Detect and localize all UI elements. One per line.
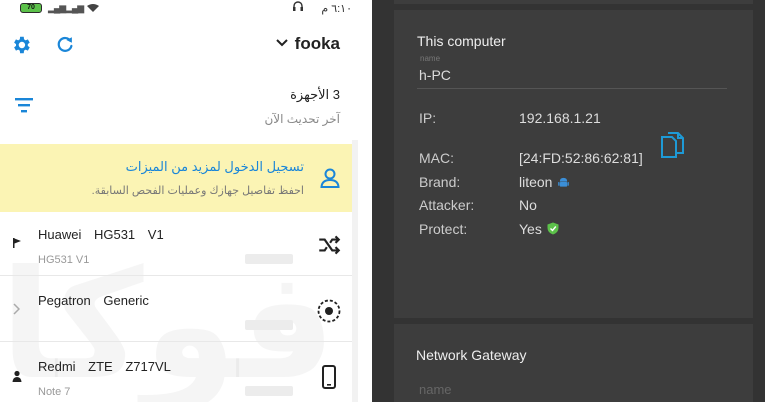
ip-value: 192.168.1.21: [519, 110, 601, 126]
divider: [394, 0, 753, 4]
last-update-text: آخر تحديث الآن: [264, 112, 340, 126]
banner-subtitle: احفظ تفاصيل جهازك وعمليات الفحص السابقة.: [91, 185, 304, 197]
app-title[interactable]: fooka: [295, 34, 340, 54]
banner-title[interactable]: تسجيل الدخول لمزيد من الميزات: [126, 159, 304, 175]
details-panel: This computer name h-PC IP: 192.168.1.21…: [372, 0, 765, 402]
wifi-icon: [86, 3, 100, 16]
list-item[interactable]: Pegatron Generic: [0, 278, 352, 342]
gateway-name-field[interactable]: name: [419, 382, 452, 397]
phone-icon: [316, 364, 342, 390]
attacker-value: No: [519, 197, 537, 213]
device-name: Redmi ZTE Z717VL: [38, 359, 171, 374]
device-name: Pegatron Generic: [38, 293, 149, 308]
login-banner[interactable]: تسجيل الدخول لمزيد من الميزات احفظ تفاصي…: [0, 144, 352, 212]
divider: [417, 88, 727, 89]
person-icon: [12, 370, 22, 385]
gear-icon[interactable]: [10, 34, 32, 56]
phone-screen: فوكا 70 ▂▄▆ ▂▄▆ ٦:١٠ م fooka 3 الأجهزة آ…: [0, 0, 372, 402]
flag-icon: [12, 237, 22, 252]
list-item[interactable]: Huawei HG531 V1 HG531 V1: [0, 212, 352, 276]
protect-value: Yes: [519, 221, 542, 237]
devices-count: 3 الأجهزة: [290, 87, 340, 102]
ip-label: IP:: [419, 110, 437, 126]
target-icon: [316, 298, 342, 324]
mac-value: [24:FD:52:86:62:81]: [519, 150, 643, 166]
headphones-icon: [292, 0, 304, 15]
android-icon: [558, 175, 570, 187]
signal-icon: ▂▄▆: [48, 3, 66, 13]
card-title: Network Gateway: [416, 347, 527, 363]
device-model: HG531 V1: [38, 254, 90, 266]
card-title: This computer: [417, 33, 506, 49]
user-icon: [318, 166, 342, 190]
redacted-text: [245, 320, 293, 330]
redacted-text: [245, 386, 293, 396]
device-model: Note 7: [38, 386, 71, 398]
brand-label: Brand:: [419, 174, 461, 190]
device-name: Huawei HG531 V1: [38, 227, 164, 242]
devices-header: 3 الأجهزة آخر تحديث الآن: [0, 82, 372, 132]
status-bar: 70 ▂▄▆ ▂▄▆ ٦:١٠ م: [0, 0, 372, 16]
shuffle-icon: [316, 232, 342, 258]
scrollbar[interactable]: [352, 140, 358, 402]
list-item[interactable]: Redmi ZTE Z717VL Note 7: [0, 344, 352, 402]
name-field[interactable]: h-PC: [419, 67, 451, 83]
filter-icon[interactable]: [14, 96, 36, 118]
chevron-down-icon[interactable]: [276, 36, 288, 51]
refresh-icon[interactable]: [54, 34, 76, 56]
chevron-right-icon: [12, 303, 21, 318]
name-label: name: [420, 54, 441, 63]
attacker-label: Attacker:: [419, 197, 475, 213]
copy-icon[interactable]: [658, 132, 686, 162]
battery-icon: 70: [20, 3, 42, 13]
top-bar: fooka: [0, 30, 372, 62]
brand-value: liteon: [519, 174, 553, 190]
signal-icon: ▂▄▆: [66, 3, 84, 13]
mac-label: MAC:: [419, 150, 454, 166]
shield-icon: [547, 222, 559, 235]
clock: ٦:١٠ م: [321, 3, 352, 15]
protect-label: Protect:: [419, 221, 468, 237]
brand-value-row: liteon: [519, 174, 570, 190]
network-gateway-card: Network Gateway name: [394, 324, 753, 402]
this-computer-card: This computer name h-PC IP: 192.168.1.21…: [394, 10, 753, 318]
redacted-text: [245, 254, 293, 264]
protect-value-row: Yes: [519, 221, 559, 237]
